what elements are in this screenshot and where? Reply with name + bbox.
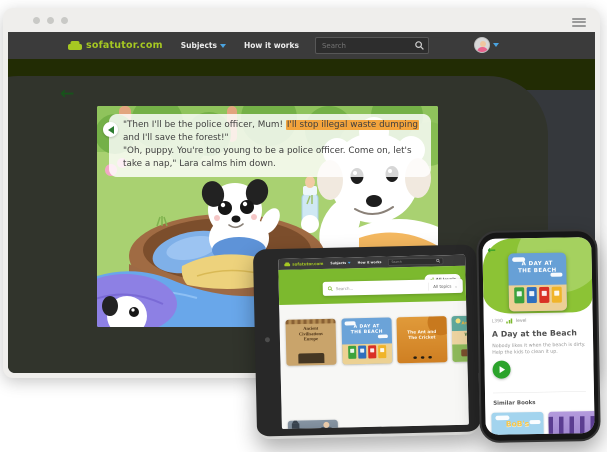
similar-book-cover-bobs[interactable]: BoB's xyxy=(491,412,544,435)
play-icon xyxy=(500,366,506,373)
audio-play-marker[interactable] xyxy=(103,122,118,137)
chevron-down-icon xyxy=(493,43,499,47)
story-text-box: "Then I'll be the police officer, Mum! I… xyxy=(109,114,431,177)
tablet-camera xyxy=(265,337,270,342)
nav-how-it-works[interactable]: How it works xyxy=(358,260,382,265)
back-arrow-icon[interactable]: ← xyxy=(487,245,496,255)
similar-book-cover-2[interactable] xyxy=(548,411,594,435)
divider xyxy=(493,391,586,393)
cover-art xyxy=(292,424,300,429)
cover-art xyxy=(452,343,469,362)
cover-art xyxy=(298,353,324,364)
story-quote-1: "Then I'll be the police officer, Mum! I… xyxy=(123,119,423,145)
book-cover-day-at-the-beach[interactable]: A DAY ATTHE BEACH xyxy=(508,253,567,312)
chevron-down-icon xyxy=(220,44,226,48)
book-cover-ancient-civilisations[interactable]: AncientCivilisationsEurope xyxy=(285,319,336,366)
level-label: level xyxy=(516,318,527,323)
search-input[interactable] xyxy=(316,42,412,50)
book-title: A Day at the Beach xyxy=(492,328,577,338)
search-icon xyxy=(415,41,424,50)
book-grid: AncientCivilisationsEurope A DAY ATTHE B… xyxy=(279,301,469,429)
highlighted-text: I'll stop illegal waste dumping xyxy=(286,120,419,130)
nav-search-field[interactable] xyxy=(315,37,429,54)
search-icon xyxy=(328,286,333,291)
story-quote-2: "Oh, puppy. You're too young to be a pol… xyxy=(123,145,423,171)
phone-screen: ← A DAY ATTHE BEACH L390 level xyxy=(482,237,594,435)
nav-subjects[interactable]: Subjects xyxy=(181,41,226,50)
play-button[interactable] xyxy=(492,360,510,378)
phone-mockup: ← A DAY ATTHE BEACH L390 level xyxy=(476,229,601,443)
sofatutor-logo[interactable]: sofatutor.com xyxy=(68,40,163,51)
tablet-mockup: sofatutor.com Subjects How it works Sear… xyxy=(253,244,480,439)
cover-art xyxy=(548,416,594,435)
cover-art xyxy=(509,285,567,312)
book-cover-day-at-the-beach[interactable]: A DAY ATTHE BEACH xyxy=(341,317,392,364)
site-navbar: sofatutor.com Subjects How it works xyxy=(8,32,595,59)
book-cover-wonderful-oven[interactable]: Anup and the WonderfulOven xyxy=(451,315,468,362)
sofa-icon xyxy=(68,41,82,51)
search-placeholder: Search... xyxy=(336,286,354,291)
chevron-down-icon xyxy=(348,262,351,264)
hamburger-menu-icon[interactable] xyxy=(572,16,586,28)
similar-books-heading: Similar Books xyxy=(493,399,535,406)
back-arrow-icon[interactable]: ← xyxy=(60,86,74,103)
avatar xyxy=(474,37,490,53)
logo-text: sofatutor.com xyxy=(86,40,163,51)
user-menu[interactable] xyxy=(474,37,499,53)
nav-how-it-works[interactable]: How it works xyxy=(244,41,299,50)
level-row: L390 level xyxy=(492,318,527,324)
book-cover-ant-and-cricket[interactable]: The Ant andThe Cricket xyxy=(396,316,447,363)
tablet-screen: sofatutor.com Subjects How it works Sear… xyxy=(278,255,469,429)
ants-art xyxy=(397,356,447,360)
book-cover-scandal-in-bohemia[interactable]: Sherlock Holmes A Scandalin Bohemia xyxy=(288,420,339,429)
cover-art xyxy=(320,427,333,429)
triangle-left-icon xyxy=(108,126,114,134)
cover-art xyxy=(342,343,392,364)
book-description: Nobody likes it when the beach is dirty.… xyxy=(492,341,586,356)
nav-search-field[interactable]: Search xyxy=(388,257,443,265)
nav-subjects[interactable]: Subjects xyxy=(330,261,350,265)
chevron-down-icon: ⌄ xyxy=(454,284,457,289)
search-icon xyxy=(436,259,440,263)
marketing-composite: sofatutor.com Subjects How it works xyxy=(0,0,607,452)
level-chart-icon xyxy=(506,318,512,323)
topics-filter[interactable]: All topics xyxy=(433,284,451,289)
sofa-icon xyxy=(284,262,290,267)
window-control-dots[interactable] xyxy=(33,17,68,24)
browser-titlebar xyxy=(3,8,600,32)
level-code: L390 xyxy=(492,319,503,324)
logo-text: sofatutor.com xyxy=(292,261,323,266)
